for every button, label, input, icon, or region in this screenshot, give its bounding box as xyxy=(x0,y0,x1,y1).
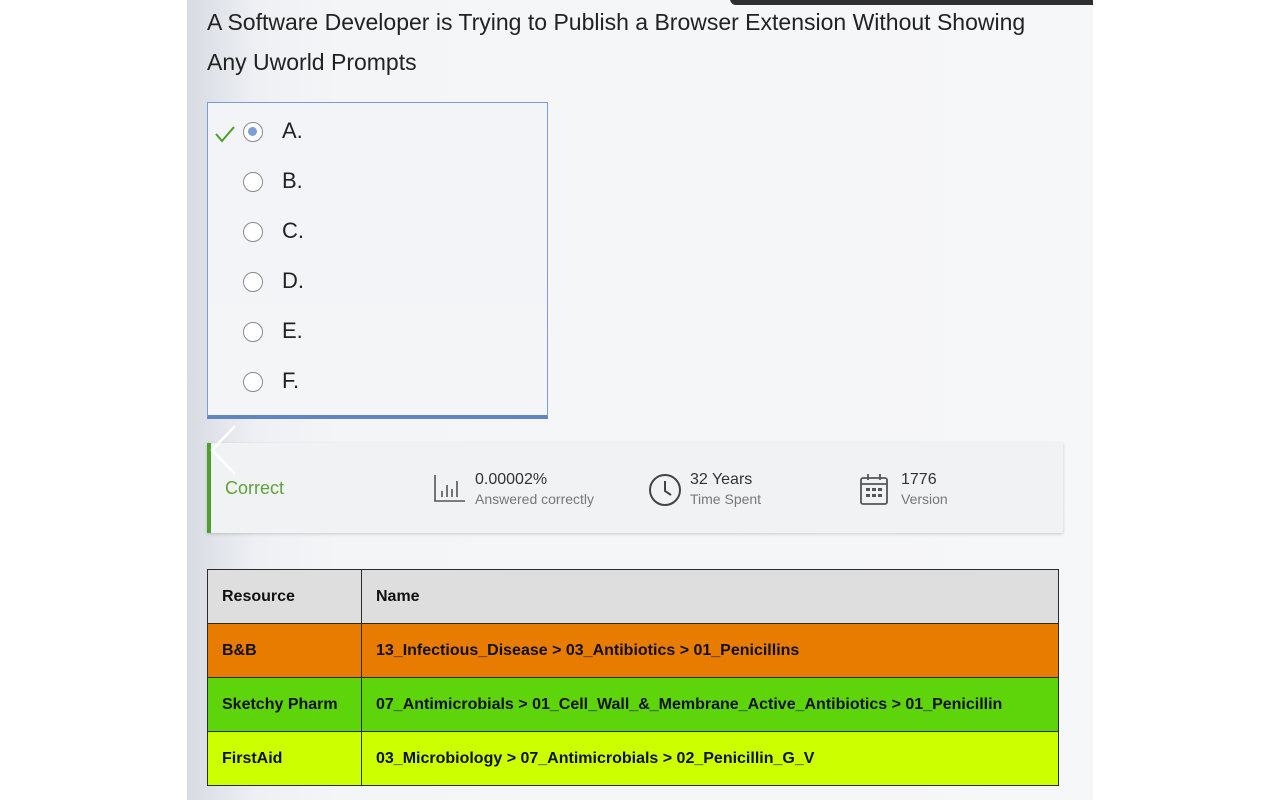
radio-button[interactable] xyxy=(243,322,263,342)
answered-label: Answered correctly xyxy=(475,491,595,507)
option-e[interactable]: E. xyxy=(208,314,547,354)
resource-cell: FirstAid xyxy=(207,731,362,786)
chevron-left-icon[interactable] xyxy=(209,424,239,476)
answer-choices: A. B. C. D. E. F. xyxy=(207,102,548,419)
resources-table: Resource Name B&B 13_Infectious_Disease … xyxy=(207,569,1059,786)
radio-button[interactable] xyxy=(243,222,263,242)
version-label: Version xyxy=(901,491,948,507)
time-label: Time Spent xyxy=(690,491,762,507)
radio-button[interactable] xyxy=(243,172,263,192)
option-label: E. xyxy=(282,318,303,343)
name-cell: 13_Infectious_Disease > 03_Antibiotics >… xyxy=(361,623,1059,678)
resource-cell: Sketchy Pharm xyxy=(207,677,362,732)
option-a[interactable]: A. xyxy=(208,114,547,154)
option-label: C. xyxy=(282,218,304,243)
name-cell: 07_Antimicrobials > 01_Cell_Wall_&_Membr… xyxy=(361,677,1059,732)
column-header-resource: Resource xyxy=(207,569,362,624)
radio-button[interactable] xyxy=(243,122,263,142)
column-header-name: Name xyxy=(361,569,1059,624)
option-label: F. xyxy=(282,368,300,393)
stats-bar: Correct 0.00002% Answered correctly 32 Y… xyxy=(207,443,1063,533)
version-value: 1776 xyxy=(901,471,937,488)
bar-chart-icon xyxy=(434,475,465,502)
question-text: A Software Developer is Trying to Publis… xyxy=(207,9,1026,75)
option-label: B. xyxy=(282,168,303,193)
table-row[interactable]: B&B 13_Infectious_Disease > 03_Antibioti… xyxy=(207,623,1059,678)
option-b[interactable]: B. xyxy=(208,164,547,204)
radio-button[interactable] xyxy=(243,272,263,292)
table-row[interactable]: FirstAid 03_Microbiology > 07_Antimicrob… xyxy=(207,731,1059,786)
radio-button[interactable] xyxy=(243,372,263,392)
clock-icon xyxy=(649,474,681,506)
time-value: 32 Years xyxy=(690,471,753,488)
table-header-row: Resource Name xyxy=(207,569,1059,624)
name-cell: 03_Microbiology > 07_Antimicrobials > 02… xyxy=(361,731,1059,786)
resource-cell: B&B xyxy=(207,623,362,678)
answered-value: 0.00002% xyxy=(475,471,548,488)
table-row[interactable]: Sketchy Pharm 07_Antimicrobials > 01_Cel… xyxy=(207,677,1059,732)
option-f[interactable]: F. xyxy=(208,364,547,404)
status-label: Correct xyxy=(225,478,285,498)
check-icon xyxy=(215,126,235,143)
option-label: A. xyxy=(282,118,303,143)
question-panel: A Software Developer is Trying to Publis… xyxy=(187,0,1093,800)
option-d[interactable]: D. xyxy=(208,264,547,304)
calendar-icon xyxy=(860,474,888,505)
option-c[interactable]: C. xyxy=(208,214,547,254)
option-label: D. xyxy=(282,268,304,293)
